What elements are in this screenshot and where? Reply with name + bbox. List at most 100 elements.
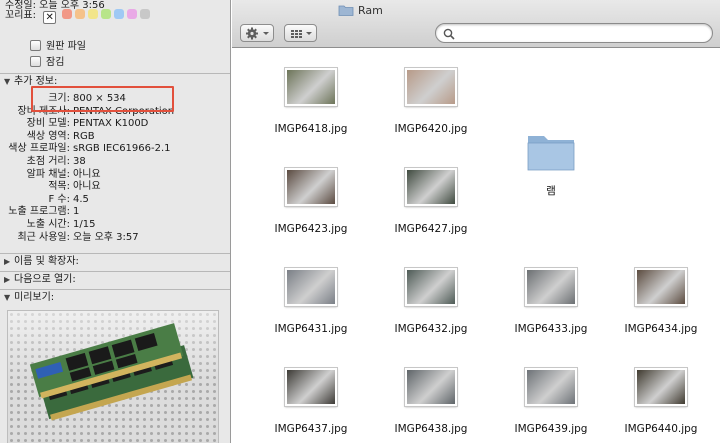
image-file-item[interactable]: IMGP6418.jpg [261, 67, 361, 135]
image-file-item[interactable]: IMGP6437.jpg [261, 367, 361, 435]
finder-window: Ram IMGP6418.jpg IMGP6420.jpg 램 IMGP6423… [232, 0, 720, 443]
label-color-swatch[interactable] [88, 9, 99, 19]
file-name-label: IMGP6431.jpg [274, 323, 348, 335]
image-thumbnail[interactable] [524, 367, 578, 407]
file-name-label: IMGP6433.jpg [514, 323, 588, 335]
stationery-pad-option[interactable]: 원판 파일 [30, 37, 86, 52]
info-key: 초점 거리: [26, 155, 70, 167]
info-value: RGB [73, 130, 95, 142]
open-with-section-header[interactable]: ▶ 다음으로 열기: [0, 272, 230, 288]
label-none-swatch[interactable]: ✕ [43, 11, 57, 24]
action-menu-button[interactable] [240, 24, 274, 42]
image-file-item[interactable]: IMGP6439.jpg [501, 367, 601, 435]
image-file-item[interactable]: IMGP6440.jpg [611, 367, 711, 435]
image-thumbnail[interactable] [404, 367, 458, 407]
disclosure-closed-icon[interactable]: ▶ [4, 272, 14, 288]
info-value: 1 [73, 206, 80, 218]
label-row: 꼬리표: ✕ [5, 6, 151, 24]
label-color-swatch[interactable] [62, 9, 73, 19]
disclosure-open-icon[interactable]: ▼ [4, 74, 14, 90]
more-info-list: 크기: 800 × 534 장비 제조사: PENTAX Corporation 장비 … [0, 93, 230, 245]
label-color-swatches [59, 9, 151, 21]
chevron-down-icon [306, 32, 312, 35]
info-row: 색상 영역: RGB [0, 130, 230, 144]
file-name-label: IMGP6420.jpg [394, 123, 468, 135]
image-thumbnail[interactable] [404, 167, 458, 207]
file-name-label: IMGP6437.jpg [274, 423, 348, 435]
arrange-view-button[interactable] [284, 24, 317, 42]
info-value: sRGB IEC61966-2.1 [73, 143, 171, 155]
chevron-down-icon [263, 32, 269, 35]
image-thumbnail[interactable] [404, 267, 458, 307]
info-value: 오늘 오후 3:57 [73, 231, 139, 243]
image-file-item[interactable]: IMGP6431.jpg [261, 267, 361, 335]
image-file-item[interactable]: IMGP6420.jpg [381, 67, 481, 135]
name-extension-heading: 이름 및 확장자: [14, 256, 79, 267]
info-value: 38 [73, 155, 86, 167]
info-row: 노출 시간: 1/15 [0, 218, 230, 232]
info-row: 초점 거리: 38 [0, 155, 230, 169]
info-row: 노출 프로그램: 1 [0, 206, 230, 219]
folder-icon[interactable] [525, 130, 577, 174]
image-file-item[interactable]: IMGP6434.jpg [611, 267, 711, 335]
search-input[interactable] [458, 26, 698, 40]
info-value: PENTAX K100D [73, 118, 149, 130]
info-key: 색상 영역: [26, 130, 70, 142]
locked-option[interactable]: 잠김 [30, 53, 64, 68]
stationery-pad-label: 원판 파일 [46, 41, 86, 52]
stationery-pad-checkbox[interactable] [30, 40, 41, 51]
info-key: 최근 사용일: [17, 231, 70, 243]
locked-checkbox[interactable] [30, 56, 41, 67]
info-key: 적목: [48, 181, 70, 193]
window-title: Ram [338, 4, 383, 17]
label-heading: 꼬리표: [5, 10, 36, 21]
image-file-item[interactable]: IMGP6423.jpg [261, 167, 361, 235]
info-row: 알파 채널: 아니요 [0, 169, 230, 182]
gear-icon [246, 27, 269, 40]
image-thumbnail[interactable] [404, 67, 458, 107]
info-key: F 수: [48, 193, 71, 205]
preview-section-header[interactable]: ▼ 미리보기: [0, 290, 230, 306]
image-thumbnail[interactable] [284, 367, 338, 407]
image-thumbnail[interactable] [634, 367, 688, 407]
preview-heading: 미리보기: [14, 292, 55, 303]
image-thumbnail[interactable] [284, 167, 338, 207]
window-title-text: Ram [358, 4, 383, 17]
label-color-swatch[interactable] [127, 9, 138, 19]
info-value: 아니요 [73, 181, 101, 193]
file-name-label: IMGP6432.jpg [394, 323, 468, 335]
file-name-label: IMGP6423.jpg [274, 223, 348, 235]
info-row: 색상 프로파일: sRGB IEC61966-2.1 [0, 143, 230, 156]
info-row: 최근 사용일: 오늘 오후 3:57 [0, 231, 230, 245]
label-color-swatch[interactable] [114, 9, 125, 19]
search-icon [443, 28, 455, 40]
image-file-item[interactable]: IMGP6427.jpg [381, 167, 481, 235]
file-name-label: IMGP6438.jpg [394, 423, 468, 435]
label-color-swatch[interactable] [101, 9, 112, 19]
info-key: 노출 프로그램: [8, 206, 70, 218]
label-color-swatch[interactable] [140, 9, 151, 19]
image-thumbnail[interactable] [634, 267, 688, 307]
disclosure-open-icon[interactable]: ▼ [4, 290, 14, 306]
ram-module-photo [8, 311, 218, 443]
file-name-label: IMGP6427.jpg [394, 223, 468, 235]
label-color-swatch[interactable] [75, 9, 86, 19]
info-value: 1/15 [73, 218, 96, 230]
image-file-item[interactable]: IMGP6438.jpg [381, 367, 481, 435]
name-extension-section-header[interactable]: ▶ 이름 및 확장자: [0, 254, 230, 270]
image-file-item[interactable]: IMGP6433.jpg [501, 267, 601, 335]
image-thumbnail[interactable] [284, 67, 338, 107]
folder-item[interactable]: 램 [501, 130, 601, 198]
open-with-heading: 다음으로 열기: [14, 274, 76, 285]
folder-icon [338, 5, 354, 16]
image-thumbnail[interactable] [284, 267, 338, 307]
disclosure-closed-icon[interactable]: ▶ [4, 254, 14, 270]
image-thumbnail[interactable] [524, 267, 578, 307]
search-field[interactable] [435, 23, 713, 43]
highlight-annotation-box [31, 86, 174, 112]
info-key: 색상 프로파일: [8, 143, 70, 155]
locked-label: 잠김 [46, 57, 65, 68]
info-row: 장비 모델: PENTAX K100D [0, 118, 230, 131]
image-file-item[interactable]: IMGP6432.jpg [381, 267, 481, 335]
info-row: F 수: 4.5 [0, 193, 230, 207]
